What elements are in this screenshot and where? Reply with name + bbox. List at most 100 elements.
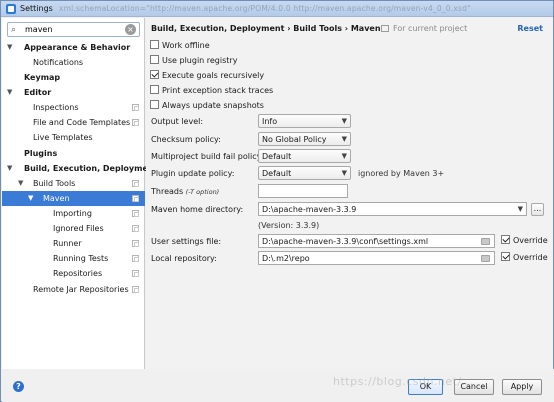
- collapse-arrow-icon[interactable]: ▼: [28, 191, 33, 206]
- checksum-policy-label: Checksum policy:: [151, 135, 221, 144]
- collapse-arrow-icon[interactable]: ▼: [7, 161, 12, 176]
- chevron-down-icon: ▼: [341, 169, 347, 177]
- checksum-policy-value: No Global Policy: [262, 135, 327, 144]
- tree-label: Ignored Files: [53, 224, 104, 233]
- project-scope-text: For current project: [393, 24, 468, 33]
- maven-settings-panel: Build, Execution, Deployment › Build Too…: [146, 18, 553, 369]
- multiproject-fail-policy-value: Default: [262, 152, 292, 161]
- tree-item-inspections[interactable]: Inspections: [2, 100, 145, 115]
- tree-item-live-templates[interactable]: Live Templates: [2, 130, 145, 145]
- tree-label: Runner: [53, 239, 82, 248]
- chevron-down-icon[interactable]: ▼: [518, 205, 523, 213]
- app-icon: [6, 4, 16, 14]
- execute-goals-recursively-row[interactable]: Execute goals recursively: [150, 70, 264, 82]
- user-settings-override-label: Override: [513, 236, 548, 245]
- user-settings-value: D:\apache-maven-3.3.9\conf\settings.xml: [262, 237, 429, 246]
- output-level-value: Info: [262, 117, 278, 126]
- tree-label: Live Templates: [33, 133, 93, 142]
- tree-item-maven[interactable]: ▼ Maven: [2, 191, 145, 206]
- local-repository-input[interactable]: D:\.m2\repo: [258, 251, 495, 265]
- checksum-policy-select[interactable]: No Global Policy ▼: [258, 132, 351, 146]
- search-input[interactable]: [25, 24, 125, 35]
- plugin-update-policy-label: Plugin update policy:: [151, 169, 235, 178]
- chevron-down-icon: ▼: [341, 152, 347, 160]
- folder-icon[interactable]: [481, 255, 490, 262]
- output-level-select[interactable]: Info ▼: [258, 114, 351, 128]
- project-scope-icon: [132, 119, 139, 126]
- tree-item-importing[interactable]: Importing: [2, 206, 145, 221]
- tree-label: Inspections: [33, 103, 79, 112]
- search-icon: ⌕: [11, 25, 17, 35]
- tree-item-build-execution-deployment[interactable]: ▼ Build, Execution, Deployment: [2, 161, 157, 176]
- chevron-down-icon: ▼: [341, 117, 347, 125]
- tree-item-repositories[interactable]: Repositories: [2, 266, 145, 281]
- project-scope-icon: [132, 270, 139, 277]
- collapse-arrow-icon[interactable]: ▼: [18, 176, 23, 191]
- folder-icon[interactable]: [481, 238, 490, 245]
- tree-label: Notifications: [33, 58, 84, 67]
- project-scope-icon: [132, 225, 139, 232]
- execute-goals-recursively-label: Execute goals recursively: [162, 71, 265, 80]
- tree-item-build-tools[interactable]: ▼ Build Tools: [2, 176, 145, 191]
- project-scope-icon: [132, 180, 139, 187]
- tree-label: Editor: [24, 88, 52, 97]
- threads-input[interactable]: [258, 184, 348, 198]
- project-scope-icon: [132, 240, 139, 247]
- multiproject-fail-policy-label: Multiproject build fail policy:: [151, 152, 264, 161]
- tree-item-notifications[interactable]: Notifications: [2, 55, 145, 70]
- help-icon[interactable]: ?: [13, 381, 24, 392]
- local-repository-label: Local repository:: [151, 254, 217, 263]
- tree-item-keymap[interactable]: Keymap: [2, 70, 145, 85]
- title-bar[interactable]: Settings xml.schemaLocation="http://mave…: [1, 1, 553, 17]
- work-offline-row[interactable]: Work offline: [150, 40, 210, 52]
- local-repository-override-checkbox[interactable]: [501, 252, 510, 261]
- tree-label: Importing: [53, 209, 92, 218]
- tree-item-ignored-files[interactable]: Ignored Files: [2, 221, 145, 236]
- tree-item-editor[interactable]: ▼ Editor: [2, 85, 145, 100]
- user-settings-input[interactable]: D:\apache-maven-3.3.9\conf\settings.xml: [258, 234, 495, 248]
- local-repository-value: D:\.m2\repo: [262, 254, 310, 263]
- tree-label: Build, Execution, Deployment: [24, 164, 158, 173]
- use-plugin-registry-checkbox[interactable]: [150, 55, 159, 64]
- watermark-text: https://blog.csdn.net/...: [333, 375, 474, 388]
- collapse-arrow-icon[interactable]: ▼: [7, 40, 12, 55]
- use-plugin-registry-row[interactable]: Use plugin registry: [150, 55, 237, 67]
- settings-window: Settings xml.schemaLocation="http://mave…: [0, 0, 554, 402]
- tree-item-remote-jar-repositories[interactable]: Remote Jar Repositories: [2, 282, 145, 297]
- always-update-snapshots-checkbox[interactable]: [150, 100, 159, 109]
- project-scope-icon: [132, 195, 139, 202]
- print-exception-stack-traces-label: Print exception stack traces: [162, 86, 274, 95]
- search-box[interactable]: ⌕ ×: [7, 22, 140, 37]
- multiproject-fail-policy-select[interactable]: Default ▼: [258, 149, 351, 163]
- print-exception-stack-traces-row[interactable]: Print exception stack traces: [150, 85, 273, 97]
- tree-label: Appearance & Behavior: [24, 43, 131, 52]
- plugin-update-policy-value: Default: [262, 169, 292, 178]
- collapse-arrow-icon[interactable]: ▼: [7, 85, 12, 100]
- window-title: Settings: [20, 4, 53, 13]
- local-repository-override-row[interactable]: Override: [501, 252, 548, 264]
- tree-item-appearance-behavior[interactable]: ▼ Appearance & Behavior: [2, 40, 145, 55]
- project-scope-icon: [132, 255, 139, 262]
- clear-search-icon[interactable]: ×: [125, 24, 136, 35]
- output-level-label: Output level:: [151, 117, 204, 126]
- always-update-snapshots-row[interactable]: Always update snapshots: [150, 100, 264, 112]
- maven-home-combo[interactable]: D:\apache-maven-3.3.9 ▼: [258, 202, 527, 216]
- execute-goals-recursively-checkbox[interactable]: [150, 70, 159, 79]
- work-offline-label: Work offline: [162, 41, 210, 50]
- maven-home-label: Maven home directory:: [151, 205, 244, 214]
- tree-label: File and Code Templates: [33, 118, 131, 127]
- tree-item-running-tests[interactable]: Running Tests: [2, 251, 145, 266]
- tree-label: Remote Jar Repositories: [33, 285, 129, 294]
- print-exception-stack-traces-checkbox[interactable]: [150, 85, 159, 94]
- tree-item-file-code-templates[interactable]: File and Code Templates: [2, 115, 145, 130]
- tree-item-runner[interactable]: Runner: [2, 236, 145, 251]
- browse-maven-home-button[interactable]: ...: [531, 203, 544, 216]
- reset-link[interactable]: Reset: [517, 24, 543, 33]
- apply-button[interactable]: Apply: [502, 379, 542, 395]
- use-plugin-registry-label: Use plugin registry: [162, 56, 238, 65]
- tree-item-plugins[interactable]: Plugins: [2, 146, 145, 161]
- user-settings-override-row[interactable]: Override: [501, 235, 548, 247]
- plugin-update-policy-select[interactable]: Default ▼: [258, 166, 351, 180]
- work-offline-checkbox[interactable]: [150, 40, 159, 49]
- user-settings-override-checkbox[interactable]: [501, 235, 510, 244]
